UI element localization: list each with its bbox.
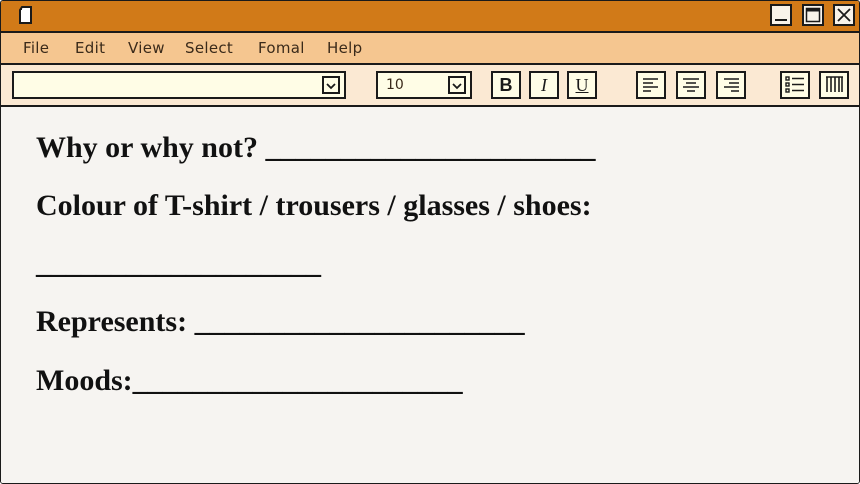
font-size-value: 10 (386, 77, 404, 93)
document-area[interactable]: Why or why not? ______________________ C… (1, 107, 859, 483)
maximize-button[interactable] (802, 4, 824, 26)
doc-line-why: Why or why not? ______________________ (36, 131, 596, 164)
chevron-down-icon (452, 83, 462, 90)
italic-button[interactable]: I (529, 71, 559, 99)
doc-line-colour: Colour of T-shirt / trousers / glasses /… (36, 189, 592, 222)
italic-label: I (541, 75, 547, 95)
maximize-icon (805, 7, 821, 23)
chevron-down-icon (326, 83, 336, 90)
font-size-select[interactable]: 10 (376, 71, 472, 99)
columns-button[interactable] (819, 71, 849, 99)
close-button[interactable] (833, 4, 855, 26)
doc-line-represents: Represents: ______________________ (36, 305, 525, 338)
bold-button[interactable]: B (491, 71, 521, 99)
close-icon (837, 8, 851, 22)
align-left-icon (643, 78, 658, 92)
title-bar (1, 1, 859, 33)
menu-file[interactable]: File (23, 39, 49, 57)
document-icon (19, 6, 32, 24)
menu-bar: File Edit View Select Fomal Help (1, 33, 859, 65)
underline-button[interactable]: U (567, 71, 597, 99)
app-window: File Edit View Select Fomal Help 10 B I … (0, 0, 860, 484)
font-dropdown-button[interactable] (322, 76, 340, 94)
align-center-button[interactable] (676, 71, 706, 99)
minimize-button[interactable] (770, 4, 792, 26)
menu-view[interactable]: View (128, 39, 165, 57)
bullet-list-button[interactable] (780, 71, 810, 99)
menu-format[interactable]: Fomal (258, 39, 305, 57)
font-family-select[interactable] (12, 71, 346, 99)
underline-label: U (575, 75, 589, 95)
size-dropdown-button[interactable] (448, 76, 466, 94)
bullet-list-icon (785, 76, 804, 93)
menu-select[interactable]: Select (185, 39, 233, 57)
menu-help[interactable]: Help (327, 39, 362, 57)
bold-label: B (499, 75, 513, 95)
align-right-button[interactable] (716, 71, 746, 99)
doc-line-moods: Moods:______________________ (36, 364, 463, 397)
menu-edit[interactable]: Edit (75, 39, 105, 57)
toolbar: 10 B I U (1, 65, 859, 107)
align-left-button[interactable] (636, 71, 666, 99)
columns-icon (826, 76, 843, 92)
align-right-icon (724, 78, 739, 92)
align-center-icon (683, 78, 699, 92)
doc-line-blank: ___________________ (36, 247, 321, 280)
minimize-icon (775, 19, 787, 21)
